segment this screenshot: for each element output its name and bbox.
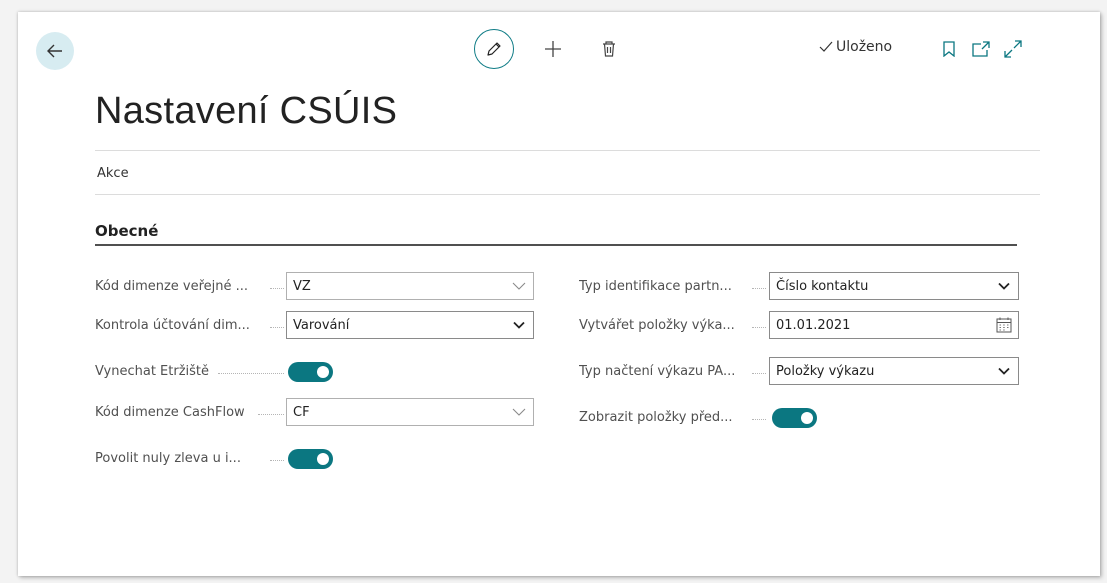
field-value: Položky výkazu: [776, 363, 875, 379]
toggle-knob: [317, 453, 329, 465]
arrow-left-icon: [47, 44, 62, 58]
chevron-down-icon: [990, 273, 1018, 299]
trash-icon: [603, 41, 615, 57]
actions-menu[interactable]: Akce: [97, 166, 129, 181]
label-dots: [752, 372, 766, 374]
field-label: Vytvářet položky výka...: [579, 318, 735, 333]
chevron-down-icon: [990, 358, 1018, 384]
bookmark-button[interactable]: [936, 36, 962, 62]
cashflow-dimension-select[interactable]: CF: [286, 398, 534, 426]
section-underline: [95, 244, 1017, 246]
new-button[interactable]: [536, 32, 570, 66]
chevron-down-icon: [505, 312, 533, 338]
page-title: Nastavení CSÚIS: [95, 90, 398, 132]
page-toolbar-right: [936, 36, 1032, 62]
pencil-icon: [487, 42, 501, 56]
public-contract-dimension-select[interactable]: VZ: [286, 272, 534, 300]
checkmark-icon: [819, 41, 833, 52]
plus-icon: [545, 41, 561, 57]
label-dots: [218, 372, 284, 374]
edit-button[interactable]: [474, 29, 514, 69]
label-dots: [752, 326, 766, 328]
section-title-general[interactable]: Obecné: [95, 222, 158, 240]
posting-check-select[interactable]: Varování: [286, 311, 534, 339]
label-dots: [270, 287, 284, 289]
actions-divider: [95, 194, 1040, 195]
field-label: Vynechat Etržiště: [95, 364, 210, 379]
report-load-type-select[interactable]: Položky výkazu: [769, 357, 1019, 385]
chevron-down-icon: [505, 399, 533, 425]
show-entries-toggle[interactable]: [772, 408, 817, 428]
field-label: Kontrola účtování dim...: [95, 318, 250, 333]
field-value: VZ: [293, 278, 311, 294]
field-value: CF: [293, 404, 310, 420]
action-toolbar: [474, 29, 626, 69]
field-label: Typ identifikace partn...: [579, 279, 732, 294]
chevron-down-icon: [505, 273, 533, 299]
bookmark-icon: [943, 41, 955, 57]
saved-status-text: Uloženo: [836, 39, 893, 55]
open-in-new-window-icon: [972, 41, 990, 57]
field-label: Zobrazit položky před...: [579, 410, 733, 425]
label-dots: [258, 413, 284, 415]
calendar-icon[interactable]: [990, 312, 1018, 338]
skip-marketplace-toggle[interactable]: [288, 362, 333, 382]
label-dots: [270, 459, 284, 461]
field-value: 01.01.2021: [776, 317, 851, 333]
field-value: Varování: [293, 317, 350, 333]
label-dots: [270, 326, 284, 328]
title-divider: [95, 150, 1040, 151]
field-label: Povolit nuly zleva u i...: [95, 451, 241, 466]
delete-button[interactable]: [592, 32, 626, 66]
toggle-knob: [317, 366, 329, 378]
field-label: Kód dimenze veřejné ...: [95, 279, 249, 294]
toggle-knob: [801, 412, 813, 424]
saved-status: Uloženo: [818, 39, 892, 55]
field-value: Číslo kontaktu: [776, 278, 869, 294]
expand-button[interactable]: [1000, 36, 1026, 62]
expand-icon: [1004, 40, 1022, 58]
partner-identification-type-select[interactable]: Číslo kontaktu: [769, 272, 1019, 300]
field-label: Kód dimenze CashFlow: [95, 405, 245, 420]
report-entries-date-input[interactable]: 01.01.2021: [769, 311, 1019, 339]
open-in-new-window-button[interactable]: [968, 36, 994, 62]
page-window: Uloženo Nastavení CSÚIS Akce Obecné Kód …: [18, 12, 1100, 576]
allow-leading-zeros-toggle[interactable]: [288, 449, 333, 469]
field-label: Typ načtení výkazu PA...: [579, 364, 736, 379]
label-dots: [752, 287, 766, 289]
back-button[interactable]: [36, 32, 74, 70]
label-dots: [752, 418, 766, 420]
